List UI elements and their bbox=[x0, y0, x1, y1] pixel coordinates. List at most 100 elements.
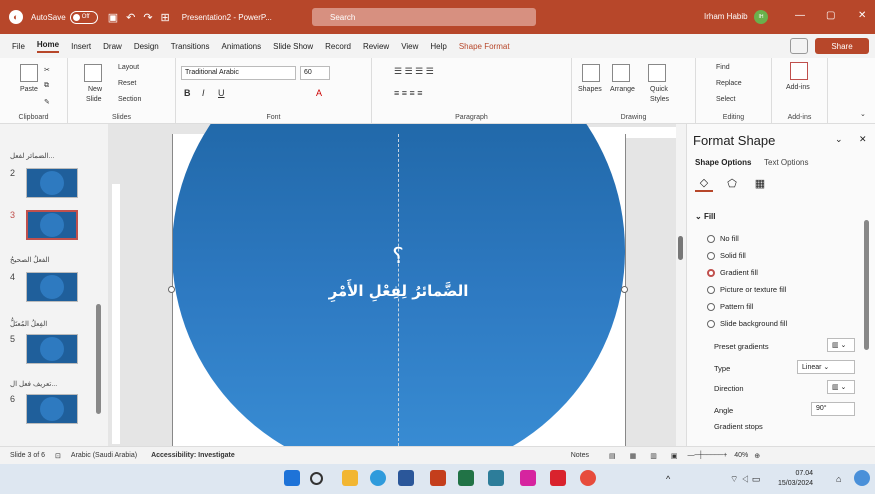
app-icon[interactable] bbox=[580, 470, 596, 486]
avatar[interactable]: IH bbox=[754, 10, 768, 24]
tab-transitions[interactable]: Transitions bbox=[171, 42, 210, 51]
slide[interactable]: ؟ الضَّمائرُ لِفِعْلِ الأَمْرِ bbox=[168, 124, 628, 446]
notification-icon[interactable]: ⌂ bbox=[836, 474, 841, 484]
tab-shape-options[interactable]: Shape Options bbox=[695, 158, 751, 167]
fill-line-icon[interactable]: ◇ bbox=[695, 174, 713, 192]
gradient-fill-option[interactable]: Gradient fill bbox=[707, 268, 758, 277]
underline-button[interactable]: U bbox=[218, 88, 225, 98]
zoom-level[interactable]: 40% bbox=[734, 452, 748, 459]
copilot-icon[interactable]: ◐ bbox=[9, 10, 23, 24]
store-icon[interactable] bbox=[488, 470, 504, 486]
panel-options-icon[interactable]: ⌄ bbox=[835, 134, 843, 145]
shapes-button[interactable]: Shapes bbox=[578, 86, 602, 93]
autosave-toggle[interactable]: Off bbox=[69, 10, 98, 24]
layout-button[interactable]: Layout bbox=[118, 64, 139, 71]
tab-review[interactable]: Review bbox=[363, 42, 389, 51]
share-button[interactable]: Share bbox=[815, 38, 869, 54]
angle-field[interactable]: 90° bbox=[811, 402, 855, 416]
shapes-icon[interactable] bbox=[582, 64, 600, 82]
normal-view-icon[interactable]: ▤ bbox=[609, 452, 616, 460]
accessibility-status[interactable]: Accessibility: Investigate bbox=[151, 452, 235, 459]
new-slide-button[interactable]: New bbox=[88, 86, 102, 93]
start-icon[interactable] bbox=[284, 470, 300, 486]
quick-styles-button[interactable]: Quick bbox=[650, 86, 668, 93]
powerpoint-icon[interactable] bbox=[430, 470, 446, 486]
tab-file[interactable]: File bbox=[12, 42, 25, 51]
minimize-icon[interactable]: — bbox=[795, 10, 805, 21]
pdf-reader-icon[interactable] bbox=[550, 470, 566, 486]
align-icon[interactable]: ≡ ≡ ≡ ≡ bbox=[394, 88, 423, 98]
undo-icon[interactable]: ↶ bbox=[126, 11, 135, 24]
tab-animations[interactable]: Animations bbox=[222, 42, 262, 51]
tray-chevron-icon[interactable]: ^ bbox=[666, 474, 670, 484]
wifi-icon[interactable]: ⌔ ◁ ▭ bbox=[730, 474, 760, 485]
italic-button[interactable]: I bbox=[202, 88, 205, 98]
excel-icon[interactable] bbox=[458, 470, 474, 486]
redo-icon[interactable]: ↷ bbox=[143, 11, 152, 24]
preset-gradients-dropdown[interactable]: ▥ ⌄ bbox=[827, 338, 855, 352]
customize-qat-icon[interactable]: ⊞ bbox=[161, 11, 170, 24]
fit-slide-icon[interactable]: ⊕ bbox=[754, 452, 760, 460]
canvas-scrollbar[interactable] bbox=[676, 124, 686, 446]
effects-icon[interactable]: ⬠ bbox=[723, 174, 741, 192]
font-name-field[interactable]: Traditional Arabic bbox=[181, 66, 296, 80]
format-painter-icon[interactable]: ✎ bbox=[44, 98, 50, 106]
tab-text-options[interactable]: Text Options bbox=[764, 158, 808, 167]
document-name[interactable]: Presentation2 - PowerP... bbox=[182, 13, 272, 22]
solid-fill-option[interactable]: Solid fill bbox=[707, 251, 746, 260]
maximize-icon[interactable]: ▢ bbox=[826, 10, 835, 21]
find-button[interactable]: Find bbox=[716, 64, 730, 71]
quick-styles-icon[interactable] bbox=[648, 64, 666, 82]
panel-scrollbar[interactable] bbox=[864, 220, 869, 350]
comments-button[interactable] bbox=[790, 38, 808, 54]
slide-thumbnail[interactable] bbox=[26, 394, 78, 424]
tab-shape-format[interactable]: Shape Format bbox=[459, 42, 510, 51]
addins-icon[interactable] bbox=[790, 62, 808, 80]
panel-close-icon[interactable]: ✕ bbox=[859, 134, 867, 145]
tab-draw[interactable]: Draw bbox=[103, 42, 122, 51]
section-header[interactable]: الفعلُ الصحيحُ bbox=[10, 256, 50, 264]
section-header[interactable]: الفِعلُ المُعتَلُّ bbox=[10, 320, 47, 328]
font-size-field[interactable]: 60 bbox=[300, 66, 330, 80]
paste-icon[interactable] bbox=[20, 64, 38, 82]
no-fill-option[interactable]: No fill bbox=[707, 234, 739, 243]
slide-thumbnail[interactable] bbox=[26, 168, 78, 198]
spelling-icon[interactable]: ⊡ bbox=[55, 452, 61, 460]
file-explorer-icon[interactable] bbox=[342, 470, 358, 486]
collapse-ribbon-icon[interactable]: ⌄ bbox=[860, 110, 866, 118]
tab-record[interactable]: Record bbox=[325, 42, 351, 51]
tab-home[interactable]: Home bbox=[36, 40, 60, 53]
section-button[interactable]: Section bbox=[118, 96, 141, 103]
section-header[interactable]: الضمائر لفعل... bbox=[10, 152, 54, 160]
direction-dropdown[interactable]: ▥ ⌄ bbox=[827, 380, 855, 394]
replace-button[interactable]: Replace bbox=[716, 80, 742, 87]
resize-handle[interactable] bbox=[168, 286, 175, 293]
slide-thumbnail[interactable] bbox=[26, 334, 78, 364]
close-icon[interactable]: ✕ bbox=[858, 10, 866, 21]
clock[interactable]: 07.04 15/03/2024 bbox=[778, 469, 813, 489]
type-dropdown[interactable]: Linear ⌄ bbox=[797, 360, 855, 374]
fill-section-header[interactable]: ⌄ Fill bbox=[695, 212, 716, 221]
arrange-icon[interactable] bbox=[612, 64, 630, 82]
addins-button[interactable]: Add-ins bbox=[786, 84, 810, 91]
tab-slide-show[interactable]: Slide Show bbox=[273, 42, 313, 51]
picture-fill-option[interactable]: Picture or texture fill bbox=[707, 285, 786, 294]
save-icon[interactable]: ▣ bbox=[108, 11, 118, 24]
slide-thumbnail[interactable] bbox=[26, 272, 78, 302]
language-status[interactable]: Arabic (Saudi Arabia) bbox=[71, 452, 137, 459]
user-name[interactable]: Irham Habib bbox=[704, 12, 748, 21]
search-box[interactable]: Search bbox=[312, 8, 536, 26]
slide-sorter-icon[interactable]: ▦ bbox=[630, 452, 637, 460]
paste-button[interactable]: Paste bbox=[20, 86, 38, 93]
tab-view[interactable]: View bbox=[401, 42, 418, 51]
slide-title[interactable]: الضَّمائرُ لِفِعْلِ الأَمْرِ bbox=[272, 282, 525, 300]
reading-view-icon[interactable]: ▥ bbox=[650, 452, 657, 460]
section-header[interactable]: تعريف فعل ال... bbox=[10, 380, 57, 388]
slideshow-icon[interactable]: ▣ bbox=[671, 452, 678, 460]
search-icon[interactable] bbox=[310, 472, 323, 485]
resize-handle[interactable] bbox=[621, 286, 628, 293]
new-slide-icon[interactable] bbox=[84, 64, 102, 82]
font-color-button[interactable]: A bbox=[316, 88, 322, 98]
slide-background-fill-option[interactable]: Slide background fill bbox=[707, 319, 787, 328]
word-icon[interactable] bbox=[398, 470, 414, 486]
